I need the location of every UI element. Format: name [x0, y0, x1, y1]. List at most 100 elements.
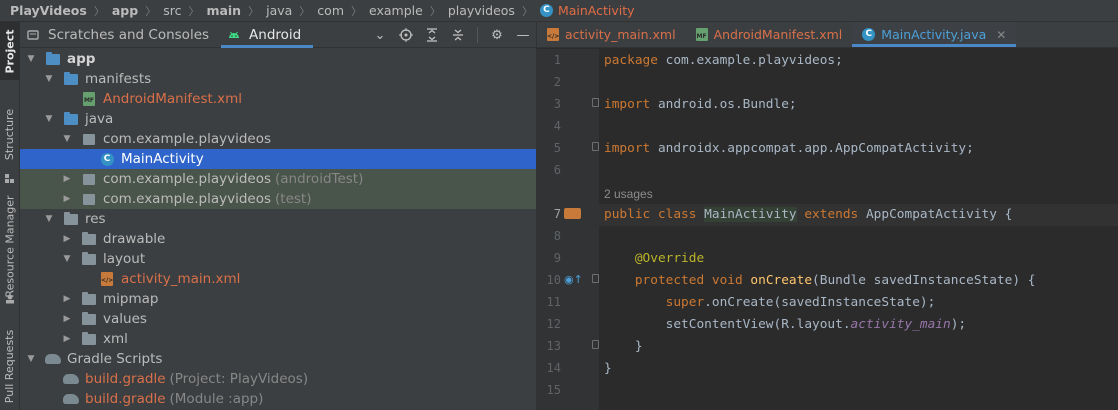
tool-tab-structure[interactable]: Structure	[0, 98, 20, 170]
chevron-down-icon[interactable]: ▼	[62, 134, 72, 144]
chevron-right-icon[interactable]: ▶	[62, 234, 72, 244]
chevron-down-icon[interactable]: ▼	[26, 54, 36, 64]
breadcrumb-java[interactable]: java	[266, 3, 292, 18]
breadcrumb-project[interactable]: PlayVideos	[10, 3, 87, 18]
tree-item-res[interactable]: ▼ res	[20, 209, 536, 229]
tree-item-build-gradle-project[interactable]: build.gradle (Project: PlayVideos)	[20, 369, 536, 389]
code-line-12: setContentView(R.layout.activity_main);	[665, 317, 967, 332]
tree-item-layout[interactable]: ▼ layout	[20, 249, 536, 269]
editor-tab-label: AndroidManifest.xml	[713, 27, 843, 42]
tree-item-label: build.gradle	[85, 371, 166, 387]
chevron-right-icon[interactable]: ▶	[62, 174, 72, 184]
breadcrumb-example[interactable]: example	[369, 3, 423, 18]
breadcrumb-main[interactable]: main	[206, 3, 241, 18]
tool-tab-pull-requests-label: Pull Requests	[3, 329, 17, 403]
minimize-icon[interactable]: —	[516, 28, 530, 43]
chevron-right-icon[interactable]: ▶	[62, 334, 72, 344]
line-number: 10	[546, 273, 561, 287]
tree-item-activity-main-xml[interactable]: </> activity_main.xml	[20, 269, 536, 289]
editor-tab-label: activity_main.xml	[565, 27, 676, 42]
chevron-down-icon[interactable]: ▼	[26, 354, 36, 364]
chevron-right-icon[interactable]: ▶	[62, 294, 72, 304]
tool-tab-resource-manager[interactable]: Resource Manager	[0, 190, 20, 302]
fold-marker-icon[interactable]	[592, 142, 599, 151]
chevron-down-icon[interactable]: ⌄	[373, 28, 387, 43]
code-line-11: super.onCreate(savedInstanceState);	[665, 295, 936, 310]
tool-tab-project[interactable]: Project	[0, 22, 20, 80]
tree-item-xml[interactable]: ▶ xml	[20, 329, 536, 349]
tab-android-view[interactable]: Android	[221, 22, 314, 48]
tree-item-label: res	[85, 211, 106, 227]
breadcrumb-src[interactable]: src	[163, 3, 181, 18]
tree-item-mipmap[interactable]: ▶ mipmap	[20, 289, 536, 309]
editor-tab-activity-main-xml[interactable]: </> activity_main.xml	[537, 22, 686, 47]
breadcrumb-com[interactable]: com	[317, 3, 344, 18]
fold-marker-icon[interactable]	[592, 340, 599, 349]
tree-item-mainactivity[interactable]: C MainActivity	[20, 149, 536, 169]
tab-scratches-and-consoles[interactable]: Scratches and Consoles	[20, 22, 221, 48]
project-panel-header: Scratches and Consoles Android ⌄ ⚙ —	[20, 22, 536, 48]
line-number: 6	[553, 163, 561, 177]
editor-tab-mainactivity[interactable]: C MainActivity.java ✕	[852, 22, 1017, 47]
tree-item-package-test[interactable]: ▶ com.example.playvideos (test)	[20, 189, 536, 209]
fold-marker-icon[interactable]	[592, 98, 599, 107]
tree-item-label: layout	[103, 251, 146, 267]
tool-window-strip: Project Structure Resource Manager Pull …	[0, 22, 20, 410]
editor-tab-androidmanifest[interactable]: MF AndroidManifest.xml	[686, 22, 853, 47]
tree-item-package-main[interactable]: ▼ com.example.playvideos	[20, 129, 536, 149]
project-toolbar: ⌄ ⚙ —	[373, 22, 530, 48]
tree-item-manifests[interactable]: ▼ manifests	[20, 69, 536, 89]
line-number: 14	[546, 361, 561, 375]
line-number: 7	[553, 207, 561, 221]
chevron-down-icon[interactable]: ▼	[44, 74, 54, 84]
chevron-down-icon[interactable]: ▼	[62, 254, 72, 264]
manifest-file-icon: MF	[81, 92, 97, 106]
manifest-file-icon: MF	[695, 28, 708, 41]
project-tree: ▼ app ▼ manifests MF AndroidManifest.xml…	[20, 49, 536, 409]
chevron-down-icon[interactable]: ▼	[44, 214, 54, 224]
folder-icon	[63, 111, 79, 126]
tool-tab-project-label: Project	[3, 28, 17, 74]
code-area[interactable]: package com.example.playvideos; import a…	[599, 49, 1118, 410]
tree-item-androidmanifest[interactable]: MF AndroidManifest.xml	[20, 89, 536, 109]
editor-tab-label: MainActivity.java	[881, 27, 987, 42]
gear-icon[interactable]: ⚙	[490, 28, 504, 43]
code-line-9: @Override	[634, 251, 705, 266]
line-number: 4	[553, 119, 561, 133]
breadcrumb-playvideos[interactable]: playvideos	[448, 3, 515, 18]
code-line-7: public class MainActivity extends AppCom…	[604, 207, 1013, 222]
expand-all-icon[interactable]	[425, 28, 439, 42]
tree-item-label: drawable	[103, 231, 166, 247]
breadcrumb-current-class[interactable]: MainActivity	[558, 3, 635, 18]
tree-item-gradle-scripts[interactable]: ▼ Gradle Scripts	[20, 349, 536, 369]
tree-item-drawable[interactable]: ▶ drawable	[20, 229, 536, 249]
tree-item-build-gradle-module[interactable]: build.gradle (Module :app)	[20, 389, 536, 409]
collapse-all-icon[interactable]	[451, 28, 465, 42]
tool-tab-pull-requests[interactable]: Pull Requests	[0, 322, 20, 410]
breadcrumb-app[interactable]: app	[112, 3, 138, 18]
override-method-gutter-icon[interactable]: ◉↑	[564, 273, 583, 286]
code-line-13: }	[634, 339, 643, 354]
tree-item-values[interactable]: ▶ values	[20, 309, 536, 329]
tree-item-package-androidtest[interactable]: ▶ com.example.playvideos (androidTest)	[20, 169, 536, 189]
tree-item-label: Gradle Scripts	[67, 351, 163, 367]
gradle-elephant-icon	[63, 392, 79, 406]
usages-inlay-hint[interactable]: 2 usages	[604, 187, 653, 201]
chevron-down-icon[interactable]: ▼	[44, 114, 54, 124]
navigation-breadcrumb: PlayVideos 〉 app 〉 src 〉 main 〉 java 〉 c…	[0, 0, 1118, 22]
tree-item-label: mipmap	[103, 291, 159, 307]
chevron-right-icon[interactable]: ▶	[62, 194, 72, 204]
layout-preview-gutter-icon[interactable]	[564, 208, 581, 219]
folder-icon	[81, 251, 97, 266]
tree-item-label: values	[103, 311, 147, 327]
close-tab-icon[interactable]: ✕	[996, 28, 1006, 42]
breadcrumb-separator-icon: 〉	[429, 4, 441, 18]
locate-target-icon[interactable]	[399, 28, 413, 42]
tree-item-java[interactable]: ▼ java	[20, 109, 536, 129]
line-number: 3	[553, 97, 561, 111]
breadcrumb-separator-icon: 〉	[93, 4, 105, 18]
fold-marker-icon[interactable]	[592, 274, 599, 283]
tool-tab-structure-label: Structure	[3, 108, 17, 160]
chevron-right-icon[interactable]: ▶	[62, 314, 72, 324]
tree-item-app[interactable]: ▼ app	[20, 49, 536, 69]
